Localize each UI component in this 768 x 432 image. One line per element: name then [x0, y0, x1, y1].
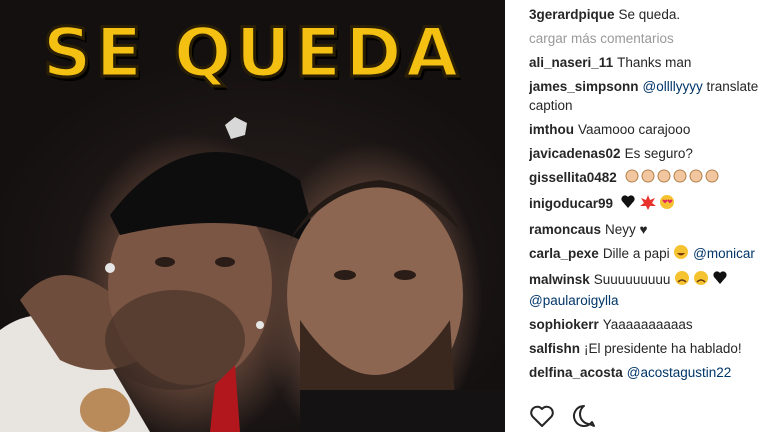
comment: gissellita0482 — [529, 163, 768, 189]
earring — [256, 321, 264, 329]
comment: carla_pexe Dille a papi @monicar — [529, 239, 768, 265]
comment-text: Neyy ♥ — [605, 222, 648, 237]
comment-username[interactable]: salfishn — [529, 341, 580, 356]
comments-panel: 3gerardpique Se queda. cargar más comenta… — [505, 0, 768, 432]
left-beard — [105, 290, 245, 390]
comment-text: ¡El presidente ha hablado! — [584, 341, 742, 356]
comment-username[interactable]: inigoducar99 — [529, 196, 613, 211]
earring — [105, 263, 115, 273]
comment-username[interactable]: james_simpsonn — [529, 79, 639, 94]
comment: inigoducar99 — [529, 189, 768, 215]
sad-face-icon — [674, 270, 728, 291]
eye — [155, 257, 175, 267]
comment-username[interactable]: sophiokerr — [529, 317, 599, 332]
comment: javicadenas02 Es seguro? — [529, 139, 768, 163]
comment: ramoncaus Neyy ♥ — [529, 215, 768, 239]
heart-icon — [621, 194, 675, 215]
dark-shirt — [300, 390, 505, 432]
eye — [215, 257, 235, 267]
comment-username[interactable]: gissellita0482 — [529, 170, 617, 185]
comment-text: Es seguro? — [624, 146, 693, 161]
comment: salfishn ¡El presidente ha hablado! — [529, 334, 768, 358]
comment-text: Suuuuuuuuu — [593, 272, 671, 287]
caption-text: Se queda. — [618, 7, 681, 22]
eye — [334, 270, 356, 280]
comment: malwinsk Suuuuuuuuu @paularoigylla — [529, 265, 768, 310]
comment-username[interactable]: imthou — [529, 122, 574, 137]
comment: ali_naseri_11 Thanks man — [529, 48, 768, 72]
comment-username[interactable]: delfina_acosta — [529, 365, 623, 380]
speech-bubble-icon[interactable] — [571, 403, 597, 429]
comment-username[interactable]: malwinsk — [529, 272, 590, 287]
comment-mention[interactable]: @acostagustin22 — [627, 365, 732, 380]
caption: 3gerardpique Se queda. — [529, 0, 768, 24]
comment-list: 3gerardpique Se queda. cargar más comenta… — [529, 0, 768, 392]
overlay-title: SE QUEDA — [41, 13, 463, 95]
comment-mention[interactable]: @paularoigylla — [529, 293, 619, 308]
clapping-hands-icon — [625, 168, 725, 189]
post-photo: SE QUEDA — [0, 0, 505, 432]
comment-mention[interactable]: @monicar — [689, 246, 755, 261]
comment-username[interactable]: carla_pexe — [529, 246, 599, 261]
comment-username[interactable]: javicadenas02 — [529, 146, 621, 161]
laughing-face-icon — [673, 244, 689, 265]
post-actions — [529, 400, 597, 432]
cap-logo-icon — [225, 117, 247, 139]
comment-text: Dille a papi — [602, 246, 670, 261]
eye — [394, 270, 416, 280]
comment-username[interactable]: ramoncaus — [529, 222, 601, 237]
load-more-comments-link[interactable]: cargar más comentarios — [529, 24, 768, 48]
comment: delfina_acosta @acostagustin22 — [529, 358, 768, 382]
watch — [80, 388, 130, 432]
heart-outline-icon[interactable] — [529, 403, 555, 429]
comment-text: Yaaaaaaaaaas — [602, 317, 693, 332]
comment: james_simpsonn @ollllyyyy translate capti… — [529, 72, 768, 115]
comment-mention[interactable]: @ollllyyyy — [643, 79, 703, 94]
comment-text: Vaamooo carajooo — [578, 122, 691, 137]
comment-text: Thanks man — [617, 55, 692, 70]
comment: imthou Vaamooo carajooo — [529, 115, 768, 139]
caption-username[interactable]: 3gerardpique — [529, 7, 615, 22]
comment-username[interactable]: ali_naseri_11 — [529, 55, 613, 70]
comment: sophiokerr Yaaaaaaaaaas — [529, 310, 768, 334]
